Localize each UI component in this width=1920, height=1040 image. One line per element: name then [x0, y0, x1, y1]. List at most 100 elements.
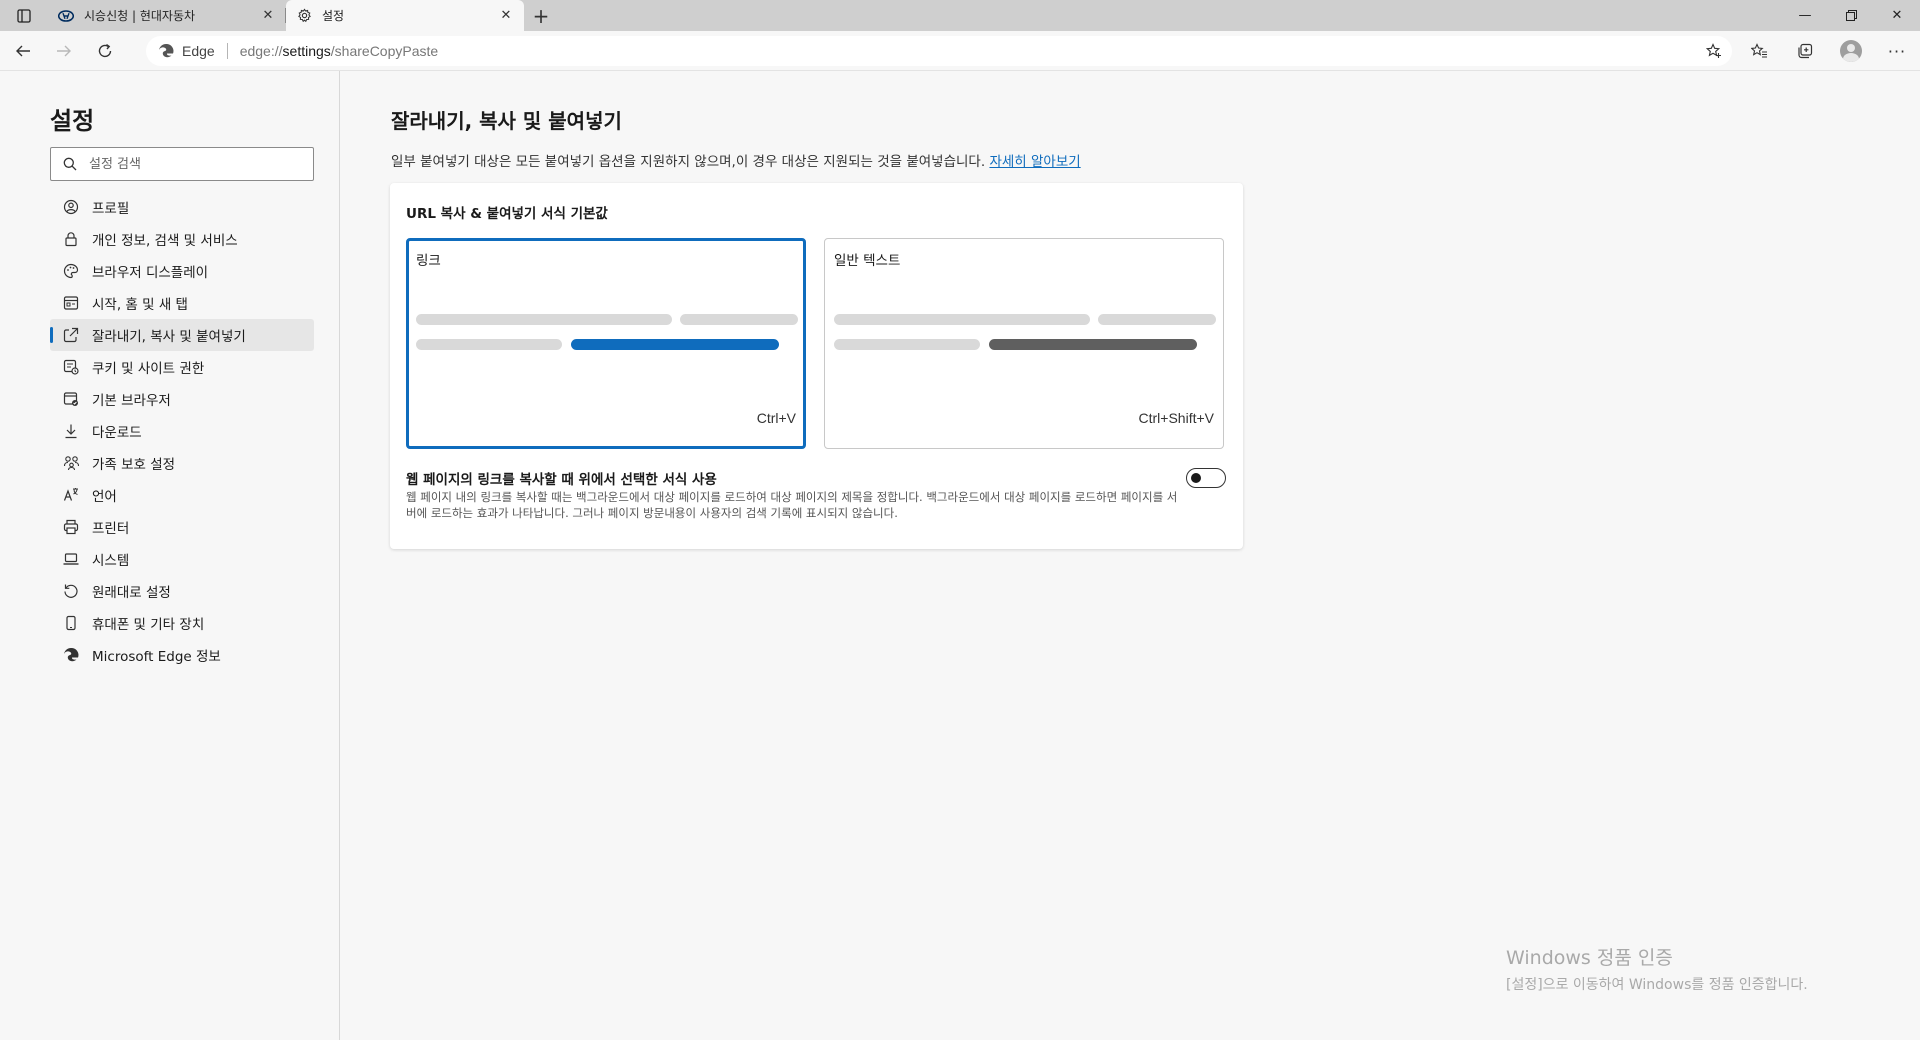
sidebar-item-profile[interactable]: 프로필: [50, 191, 314, 223]
toggle-description: 웹 페이지 내의 링크를 복사할 때는 백그라운드에서 대상 페이지를 로드하여…: [406, 490, 1178, 520]
sidebar-item-label: 프로필: [92, 201, 130, 217]
settings-nav: 프로필 개인 정보, 검색 및 서비스 브라우저 디스플레이 시작, 홈 및 새…: [50, 191, 314, 671]
sidebar-item-label: 가족 보호 설정: [92, 457, 176, 473]
plain-text-preview-bar: [989, 339, 1197, 350]
sidebar-title: 설정: [50, 107, 95, 135]
laptop-icon: [62, 550, 80, 568]
collections-icon: [1798, 43, 1813, 59]
more-button[interactable]: ···: [1874, 31, 1920, 71]
option-label: 일반 텍스트: [834, 253, 901, 269]
refresh-button[interactable]: [87, 33, 123, 69]
link-preview-bar: [571, 339, 779, 350]
sidebar-item-phone[interactable]: 휴대폰 및 기타 장치: [50, 607, 314, 639]
sidebar-item-printers[interactable]: 프린터: [50, 511, 314, 543]
tab-settings[interactable]: 설정 ✕: [286, 0, 524, 31]
sidebar-item-downloads[interactable]: 다운로드: [50, 415, 314, 447]
close-window-button[interactable]: ✕: [1874, 0, 1920, 31]
watermark-line2: [설정]으로 이동하여 Windows를 정품 인증합니다.: [1506, 977, 1808, 993]
sidebar-item-label: 시작, 홈 및 새 탭: [92, 297, 188, 313]
arrow-left-icon: [16, 45, 30, 56]
sidebar-item-label: 프린터: [92, 521, 130, 537]
description-text: 일부 붙여넣기 대상은 모든 붙여넣기 옵션을 지원하지 않으며,이 경우 대상…: [391, 154, 986, 170]
placeholder-bar: [680, 314, 798, 325]
use-format-toggle[interactable]: [1186, 468, 1226, 488]
edge-logo-icon: [62, 646, 80, 664]
url-prefix: edge://: [239, 43, 283, 59]
cookie-icon: [62, 358, 80, 376]
url-text: edge://settings/shareCopyPaste: [240, 43, 438, 59]
gear-icon: [296, 8, 312, 24]
address-separator: [226, 43, 228, 59]
sidebar-item-cookies[interactable]: 쿠키 및 사이트 권한: [50, 351, 314, 383]
sidebar-item-label: 다운로드: [92, 425, 142, 441]
option-plain-text[interactable]: 일반 텍스트 Ctrl+Shift+V: [824, 238, 1224, 449]
tab-actions-button[interactable]: [0, 0, 48, 31]
sidebar-item-about[interactable]: Microsoft Edge 정보: [50, 639, 314, 671]
close-icon[interactable]: ✕: [260, 8, 276, 24]
phone-icon: [62, 614, 80, 632]
home-tab-icon: [62, 294, 80, 312]
learn-more-link[interactable]: 자세히 알아보기: [989, 154, 1080, 170]
sidebar-item-label: Microsoft Edge 정보: [92, 649, 221, 665]
download-icon: [62, 422, 80, 440]
close-icon[interactable]: ✕: [498, 8, 514, 24]
minimize-button[interactable]: —: [1782, 0, 1828, 31]
window-controls: — ✕: [1782, 0, 1920, 31]
url-format-card: URL 복사 & 붙여넣기 서식 기본값 링크 Ctrl+V 일반 텍스트 Ct…: [390, 183, 1243, 549]
watermark-line1: Windows 정품 인증: [1506, 947, 1673, 969]
option-link[interactable]: 링크 Ctrl+V: [406, 238, 806, 449]
toolbar: Edge edge://settings/shareCopyPaste ···: [0, 31, 1920, 71]
sidebar-item-label: 쿠키 및 사이트 권한: [92, 361, 205, 377]
sidebar-item-privacy[interactable]: 개인 정보, 검색 및 서비스: [50, 223, 314, 255]
share-icon: [62, 326, 80, 344]
option-label: 링크: [416, 253, 441, 269]
sidebar-item-label: 개인 정보, 검색 및 서비스: [92, 233, 238, 249]
shortcut-label: Ctrl+V: [756, 410, 796, 426]
new-tab-button[interactable]: +: [524, 0, 558, 31]
minimize-icon: —: [1798, 8, 1812, 23]
maximize-button[interactable]: [1828, 0, 1874, 31]
sidebar-item-label: 언어: [92, 489, 117, 505]
sidebar-item-system[interactable]: 시스템: [50, 543, 314, 575]
forward-button[interactable]: [46, 33, 82, 69]
sidebar-item-family[interactable]: 가족 보호 설정: [50, 447, 314, 479]
sidebar-item-share-copy-paste[interactable]: 잘라내기, 복사 및 붙여넣기: [50, 319, 314, 351]
collections-button[interactable]: [1782, 31, 1828, 71]
site-label: Edge: [182, 43, 215, 59]
back-button[interactable]: [5, 33, 41, 69]
url-host: settings: [282, 43, 331, 59]
toolbar-right: ···: [1736, 31, 1920, 71]
placeholder-bar: [416, 314, 672, 325]
profile-button[interactable]: [1828, 31, 1874, 71]
favorites-button[interactable]: [1736, 31, 1782, 71]
sidebar-item-languages[interactable]: 언어: [50, 479, 314, 511]
lock-icon: [62, 230, 80, 248]
more-icon: ···: [1887, 41, 1907, 61]
hyundai-logo-icon: [58, 8, 74, 24]
sidebar-item-appearance[interactable]: 브라우저 디스플레이: [50, 255, 314, 287]
arrow-right-icon: [57, 45, 71, 56]
tab-hyundai[interactable]: 시승신청 | 현대자동차 ✕: [48, 0, 286, 31]
sidebar-item-start-home[interactable]: 시작, 홈 및 새 탭: [50, 287, 314, 319]
sidebar-item-reset[interactable]: 원래대로 설정: [50, 575, 314, 607]
placeholder-bar: [834, 314, 1090, 325]
toggle-knob: [1191, 473, 1201, 483]
page-description: 일부 붙여넣기 대상은 모든 붙여넣기 옵션을 지원하지 않으며,이 경우 대상…: [391, 150, 1081, 170]
close-icon: ✕: [1891, 8, 1903, 23]
sidebar-item-label: 기본 브라우저: [92, 393, 171, 409]
address-bar[interactable]: Edge edge://settings/shareCopyPaste: [146, 36, 1732, 66]
sidebar-item-label: 잘라내기, 복사 및 붙여넣기: [92, 329, 246, 345]
tab-title: 시승신청 | 현대자동차: [84, 9, 196, 23]
settings-search-input[interactable]: [89, 156, 289, 172]
settings-sidebar: 설정 프로필 개인 정보, 검색 및 서비스 브라우저 디스플레이 시작, 홈 …: [0, 71, 340, 1040]
add-favorite-icon[interactable]: [1706, 43, 1722, 59]
profile-icon: [62, 198, 80, 216]
placeholder-bar: [834, 339, 980, 350]
sidebar-item-label: 휴대폰 및 기타 장치: [92, 617, 205, 633]
plus-icon: +: [532, 3, 550, 28]
settings-search-box[interactable]: [50, 147, 314, 181]
search-icon: [63, 157, 77, 171]
tab-strip: 시승신청 | 현대자동차 ✕ 설정 ✕ + — ✕: [0, 0, 1920, 31]
sidebar-item-default-browser[interactable]: 기본 브라우저: [50, 383, 314, 415]
language-icon: [62, 486, 80, 504]
